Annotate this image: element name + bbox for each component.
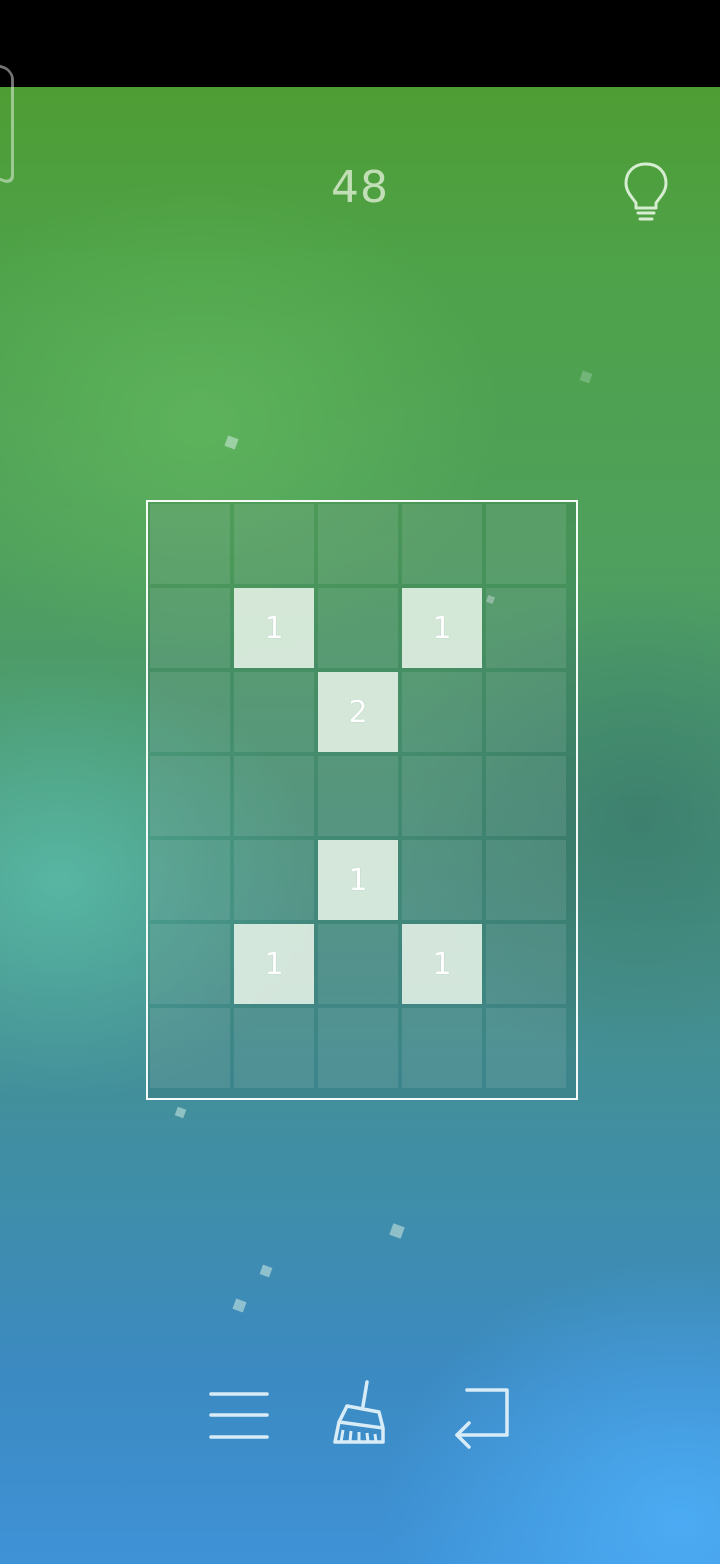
cell-number: 1: [348, 862, 368, 898]
return-arrow-icon: [455, 1388, 509, 1449]
numbered-cell[interactable]: 1: [402, 924, 482, 1004]
grid-cell[interactable]: [150, 840, 230, 920]
grid-cell[interactable]: [234, 672, 314, 752]
grid-cell[interactable]: [234, 756, 314, 836]
grid-cell[interactable]: [402, 840, 482, 920]
grid-cell[interactable]: [150, 1008, 230, 1088]
hint-button[interactable]: [620, 160, 672, 226]
numbered-cell[interactable]: 2: [318, 672, 398, 752]
grid-cell[interactable]: [150, 672, 230, 752]
grid-cell[interactable]: [486, 840, 566, 920]
grid-cell[interactable]: [402, 1008, 482, 1088]
particle: [579, 370, 593, 384]
broom-icon: [333, 1380, 385, 1444]
numbered-cell[interactable]: 1: [234, 588, 314, 668]
grid-cell[interactable]: [318, 504, 398, 584]
grid-cell[interactable]: [486, 588, 566, 668]
grid-cell[interactable]: [402, 672, 482, 752]
grid-cell[interactable]: [318, 924, 398, 1004]
cell-number: 1: [432, 610, 452, 646]
puzzle-board: 1 1 2 1 1 1: [146, 500, 578, 1100]
grid-cell[interactable]: [402, 504, 482, 584]
grid-cell[interactable]: [318, 756, 398, 836]
grid-cell[interactable]: [402, 756, 482, 836]
move-counter: 48: [331, 162, 389, 213]
grid-cell[interactable]: [150, 924, 230, 1004]
grid-cell[interactable]: [234, 504, 314, 584]
menu-icon: [209, 1392, 269, 1439]
grid-cell[interactable]: [234, 840, 314, 920]
numbered-cell[interactable]: 1: [234, 924, 314, 1004]
particle: [224, 435, 239, 450]
cell-number: 1: [264, 610, 284, 646]
grid-cell[interactable]: [318, 1008, 398, 1088]
grid-cell[interactable]: [318, 588, 398, 668]
menu-button[interactable]: [205, 1380, 275, 1450]
particle: [259, 1264, 273, 1278]
grid-cell[interactable]: [486, 924, 566, 1004]
return-button[interactable]: [447, 1380, 517, 1450]
grid-cell[interactable]: [486, 504, 566, 584]
lightbulb-icon: [624, 162, 668, 221]
numbered-cell[interactable]: 1: [402, 588, 482, 668]
grid-cell[interactable]: [150, 756, 230, 836]
grid-cell[interactable]: [234, 1008, 314, 1088]
grid-cell[interactable]: [486, 672, 566, 752]
particle: [232, 1298, 247, 1313]
clear-board-button[interactable]: [325, 1380, 395, 1450]
particle: [174, 1106, 187, 1119]
game-screen: 48 1 1 2 1 1 1: [0, 0, 720, 1564]
status-bar: [0, 0, 720, 87]
numbered-cell[interactable]: 1: [318, 840, 398, 920]
grid-cell[interactable]: [150, 588, 230, 668]
grid-cell[interactable]: [150, 504, 230, 584]
cell-number: 2: [348, 694, 368, 730]
grid-cell[interactable]: [486, 1008, 566, 1088]
particle: [389, 1223, 405, 1239]
cell-number: 1: [264, 946, 284, 982]
grid-cell[interactable]: [486, 756, 566, 836]
cell-number: 1: [432, 946, 452, 982]
